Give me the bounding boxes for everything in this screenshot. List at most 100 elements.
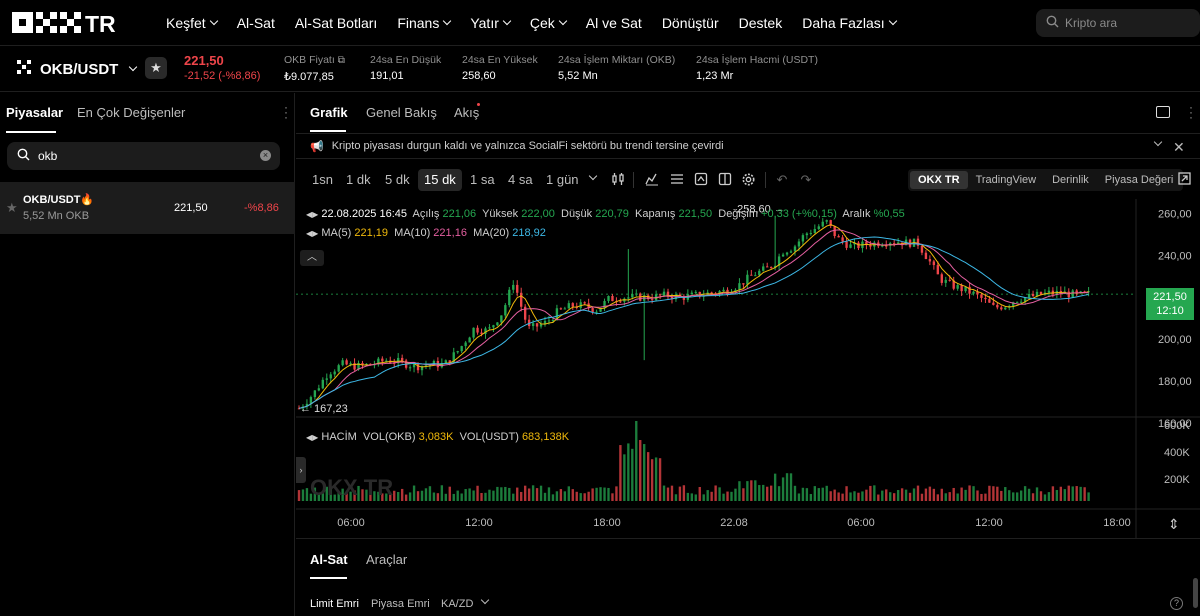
candle-body (1015, 301, 1019, 303)
gear-icon[interactable] (740, 172, 756, 188)
clear-search-icon[interactable]: × (260, 150, 271, 161)
tag-price: 221,50 (1153, 291, 1187, 303)
vol-okb-value: 3,083K (418, 431, 454, 443)
more-vertical-icon[interactable]: · · · (1189, 101, 1193, 123)
nav-item-dönüştür[interactable]: Dönüştür (662, 15, 719, 31)
tab-markets[interactable]: Piyasalar (6, 105, 63, 120)
view-tradingview[interactable]: TradingView (968, 171, 1045, 189)
timeframe-15m[interactable]: 15 dk (418, 169, 462, 191)
tab-chart[interactable]: Grafik (310, 105, 348, 120)
order-type-limit[interactable]: Limit Emri (310, 598, 359, 610)
volume-bar (432, 492, 436, 501)
side-panel-toggle[interactable]: › (296, 457, 306, 483)
fullscreen-icon[interactable] (1176, 172, 1192, 188)
ma10-line (298, 229, 1089, 409)
nav-item-yatır[interactable]: Yatır (470, 15, 512, 31)
timeframe-4h[interactable]: 4 sa (502, 169, 539, 191)
candle-body (381, 358, 384, 362)
range-value: %0,55 (873, 208, 905, 220)
pair-selector[interactable]: OKB/USDT (16, 59, 138, 79)
favorite-star-button[interactable]: ★ (145, 57, 167, 79)
tab-top-movers[interactable]: En Çok Değişenler (77, 105, 185, 120)
volume-bar (591, 488, 594, 501)
nav-item-keşfet[interactable]: Keşfet (166, 15, 218, 31)
volume-bar (551, 494, 555, 501)
time-tick-label: 12:00 (465, 517, 493, 529)
crypto-search[interactable] (1036, 9, 1200, 37)
nav-item-label: Daha Fazlası (802, 15, 885, 31)
help-icon[interactable]: ? (1170, 597, 1183, 610)
timeframe-1m[interactable]: 1 dk (340, 169, 377, 191)
volume-bar (892, 493, 896, 501)
nav-item-al-sat-botları[interactable]: Al-Sat Botları (295, 15, 377, 31)
nav-item-daha-fazlası[interactable]: Daha Fazlası (802, 15, 897, 31)
collapse-legend-button[interactable]: ︿ (300, 250, 324, 266)
indicators-icon[interactable] (644, 172, 660, 188)
close-icon[interactable]: ✕ (1173, 139, 1185, 156)
tab-overview[interactable]: Genel Bakış (366, 105, 437, 120)
timeframe-1s[interactable]: 1sn (306, 169, 339, 191)
candle-body (559, 308, 563, 310)
candle-body (758, 270, 761, 276)
nav-item-label: Destek (738, 15, 783, 31)
volume-bar (504, 486, 507, 501)
template-icon[interactable] (693, 172, 709, 188)
redo-icon[interactable]: ↷ (798, 172, 814, 188)
close-label: Kapanış (635, 208, 676, 220)
okx-tr-logo[interactable]: TR (12, 12, 127, 34)
volume-bar (567, 486, 570, 501)
market-search-input[interactable] (38, 149, 238, 163)
candle-body (520, 292, 523, 307)
volume-bar (456, 490, 459, 501)
drawing-tools-icon[interactable] (669, 172, 685, 188)
tab-feed[interactable]: Akış (454, 105, 479, 120)
candlestick-chart[interactable]: 260,00240,00220,00200,00180,00160,00600K… (296, 199, 1200, 538)
chevron-down-icon[interactable] (1153, 137, 1163, 147)
order-type-tpsl[interactable]: KA/ZD (441, 598, 473, 610)
collapse-arrow-icon[interactable]: ◀▶ (306, 210, 318, 219)
chevron-down-icon[interactable] (480, 595, 490, 605)
layout-icon[interactable] (717, 172, 733, 188)
stat-okb-price[interactable]: OKB Fiyatı ⧉ ₺9.077,85 (284, 54, 345, 83)
timeframe-1h[interactable]: 1 sa (464, 169, 501, 191)
announcement-bar[interactable]: 📢 Kripto piyasası durgun kaldı ve yalnız… (296, 133, 1200, 159)
nav-item-al-sat[interactable]: Al-Sat (237, 15, 275, 31)
chart-view-switch: OKX TR TradingView Derinlik Piyasa Değer… (908, 169, 1184, 191)
volume-tick-label: 600K (1164, 420, 1190, 432)
market-row[interactable]: ★ OKB/USDT 🔥 5,52 Mn OKB 221,50 -%8,86 (0, 182, 295, 234)
volume-bar (297, 490, 301, 501)
undo-icon[interactable]: ↶ (774, 172, 790, 188)
view-depth[interactable]: Derinlik (1044, 171, 1097, 189)
active-tab-indicator (310, 130, 346, 132)
volume-bar (662, 485, 666, 501)
search-input[interactable] (1065, 16, 1185, 30)
collapse-arrow-icon[interactable]: ◀▶ (306, 229, 318, 238)
candle-body (793, 246, 797, 252)
tab-trade[interactable]: Al-Sat (310, 552, 348, 567)
candle-body (1071, 290, 1074, 298)
view-okx-tr[interactable]: OKX TR (910, 171, 968, 189)
nav-item-finans[interactable]: Finans (397, 15, 452, 31)
volume-bar (754, 480, 757, 501)
candle-type-icon[interactable] (610, 172, 626, 188)
chevron-down-icon[interactable] (588, 171, 598, 181)
order-type-market[interactable]: Piyasa Emri (371, 598, 430, 610)
more-vertical-icon[interactable]: · · · (284, 101, 288, 123)
tab-tools[interactable]: Araçlar (366, 552, 407, 567)
window-layout-icon[interactable] (1156, 106, 1170, 118)
candle-body (325, 378, 328, 380)
timeframe-1d[interactable]: 1 gün (540, 169, 585, 191)
timeframe-5m[interactable]: 5 dk (379, 169, 416, 191)
chart-toolbar: 1sn 1 dk 5 dk 15 dk 1 sa 4 sa 1 gün ↶ ↷ (296, 167, 1200, 195)
star-icon[interactable]: ★ (6, 200, 18, 216)
market-search[interactable]: × (7, 142, 280, 170)
market-volume: 5,52 Mn OKB (23, 210, 90, 222)
view-market-cap[interactable]: Piyasa Değeri (1097, 171, 1181, 189)
nav-item-label: Yatır (470, 15, 499, 31)
nav-item-destek[interactable]: Destek (739, 15, 783, 31)
volume-bar (809, 494, 813, 501)
collapse-arrow-icon[interactable]: ◀▶ (306, 433, 318, 442)
scrollbar[interactable] (1193, 578, 1198, 608)
nav-item-çek[interactable]: Çek (530, 15, 568, 31)
nav-item-al-ve-sat[interactable]: Al ve Sat (586, 15, 642, 31)
